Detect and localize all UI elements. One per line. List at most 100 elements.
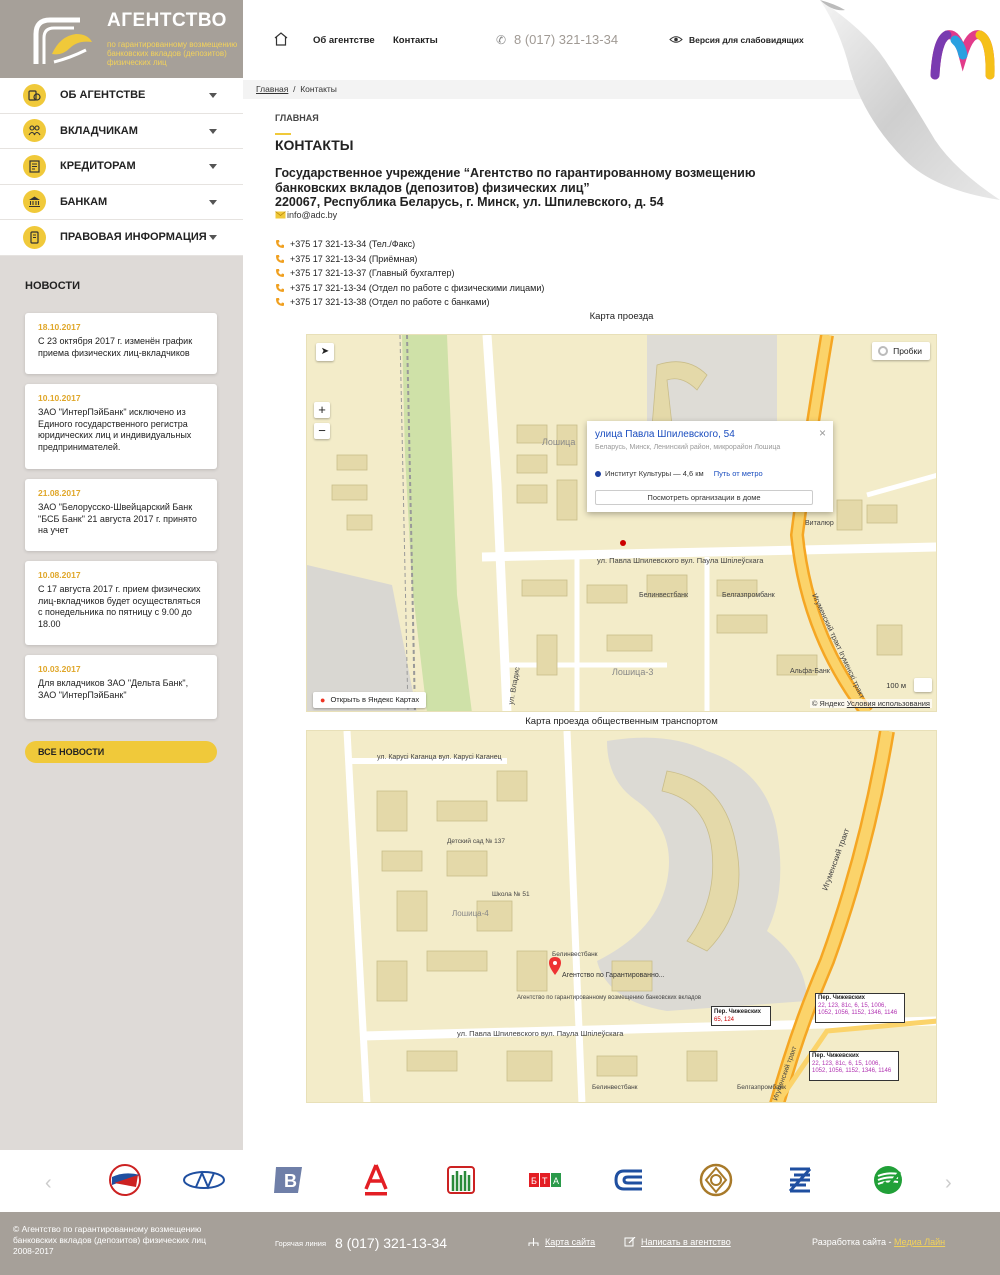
chevron-down-icon (209, 93, 217, 98)
breadcrumb-home[interactable]: Главная (256, 84, 288, 94)
alfa-bank-logo[interactable] (361, 1163, 391, 1197)
news-item[interactable]: 10.10.2017 ЗАО "ИнтерПэйБанк" исключено … (25, 384, 217, 469)
bus-stop-box[interactable]: Пер. Чижевских 22, 123, 81с, 6, 15, 1006… (815, 993, 905, 1023)
map-pin-icon: ● (320, 695, 326, 705)
hotline-phone[interactable]: 8 (017) 321-13-34 (335, 1235, 447, 1251)
brand-subtitle: по гарантированному возмещению банковски… (107, 40, 238, 67)
menu-item-about[interactable]: ОБ АГЕНТСТВЕ (0, 78, 243, 114)
news-item[interactable]: 10.03.2017 Для вкладчиков ЗАО "Дельта Ба… (25, 655, 217, 719)
menu-label: КРЕДИТОРАМ (60, 160, 136, 173)
bus-stop-title: Пер. Чижевских (714, 1009, 761, 1015)
hotline-label: Горячая линия (275, 1239, 327, 1248)
location-marker[interactable] (620, 540, 626, 546)
metro-route-link[interactable]: Путь от метро (714, 469, 763, 478)
ruler-icon[interactable] (914, 678, 932, 692)
terms-link[interactable]: Условия использования (847, 699, 930, 708)
belvnesheconombank-logo[interactable] (182, 1163, 226, 1197)
close-icon[interactable]: × (819, 426, 826, 440)
news-item[interactable]: 10.08.2017 С 17 августа 2017 г. прием фи… (25, 561, 217, 645)
popup-title[interactable]: улица Павла Шпилевского, 54 (595, 429, 735, 440)
news-text: ЗАО "Белорусско-Швейцарский Банк "БСБ Ба… (38, 502, 197, 535)
menu-item-creditors[interactable]: КРЕДИТОРАМ (0, 149, 243, 185)
belarusbank-logo[interactable] (445, 1163, 477, 1197)
header-phone[interactable]: 8 (017) 321-13-34 (514, 32, 618, 47)
partner-banks-carousel: ‹ › B БТА (0, 1150, 1000, 1212)
menu-label: БАНКАМ (60, 195, 108, 208)
phone-item: +375 17 321-13-34 (Отдел по работе с физ… (275, 281, 975, 296)
svg-text:Т: Т (542, 1176, 548, 1186)
menu-item-banks[interactable]: БАНКАМ (0, 185, 243, 220)
news-item[interactable]: 21.08.2017 ЗАО "Белорусско-Швейцарский Б… (25, 479, 217, 551)
phone-number: +375 17 321-13-38 (Отдел по работе с бан… (290, 297, 490, 307)
carousel-prev-icon[interactable]: ‹ (45, 1172, 52, 1195)
zoom-in-button[interactable]: + (314, 402, 330, 418)
carousel-next-icon[interactable]: › (945, 1172, 952, 1195)
bus-stop-box[interactable]: Пер. Чижевских 65, 124 (711, 1006, 771, 1026)
map-canvas[interactable]: ул. Карусі Каганца вул. Карусі Каганец у… (307, 731, 937, 1103)
bus-stop-title: Пер. Чижевских (812, 1053, 859, 1059)
map-caption: Карта проезда (589, 311, 654, 322)
page-curl-advertisement[interactable] (785, 0, 1000, 215)
news-text: Для вкладчиков ЗАО "Дельта Банк", ЗАО "И… (38, 678, 189, 700)
bus-stop-box[interactable]: Пер. Чижевских 22, 123, 81с, 6, 15, 1006… (809, 1051, 899, 1081)
address-popup: улица Павла Шпилевского, 54 × Беларусь, … (587, 421, 833, 512)
title-underline (275, 133, 291, 135)
write-to-agency-link[interactable]: Написать в агентство (624, 1237, 731, 1247)
zoom-out-button[interactable]: − (314, 423, 330, 439)
traffic-button[interactable]: Пробки (872, 342, 930, 360)
map-canvas[interactable]: ул. Павла Шпилевского вул. Паула Шпілеўс… (307, 335, 937, 712)
directions-map[interactable]: ул. Павла Шпилевского вул. Паула Шпілеўс… (306, 334, 937, 712)
map-poi-label: Белинвестбанк (552, 950, 598, 958)
popup-subtitle: Беларусь, Минск, Ленинский район, микрор… (595, 444, 781, 451)
agency-logo-icon (33, 17, 92, 64)
map-caption: Карта проезда общественным транспортом (525, 716, 718, 727)
map-street-label: ул. Павла Шпилевского вул. Паула Шпілеўс… (597, 556, 764, 565)
phone-icon (276, 269, 284, 278)
phone-item: +375 17 321-13-38 (Отдел по работе с бан… (275, 295, 975, 310)
edit-icon (624, 1237, 636, 1247)
traffic-label: Пробки (893, 346, 922, 356)
bps-sberbank-logo[interactable] (870, 1163, 906, 1197)
chevron-down-icon (209, 235, 217, 240)
map-district-label: Лошица-3 (612, 667, 653, 677)
developer-link[interactable]: Медиа Лайн (894, 1237, 945, 1247)
sitemap-link[interactable]: Карта сайта (527, 1237, 595, 1247)
priorbank-logo[interactable] (100, 1163, 150, 1197)
phone-item: +375 17 321-13-37 (Главный бухгалтер) (275, 266, 975, 281)
all-news-button[interactable]: ВСЕ НОВОСТИ (25, 741, 217, 763)
phone-number: +375 17 321-13-34 (Тел./Факс) (290, 239, 416, 249)
bta-logo[interactable]: БТА (527, 1163, 563, 1197)
developer-credit: Разработка сайта - Медиа Лайн (812, 1237, 945, 1247)
map-poi-label: Альфа-Банк (790, 668, 831, 675)
transport-map[interactable]: ул. Карусі Каганца вул. Карусі Каганец у… (306, 730, 937, 1103)
view-organizations-button[interactable]: Посмотреть организации в доме (595, 490, 813, 505)
zepter-logo[interactable] (786, 1163, 814, 1197)
menu-label: ОБ АГЕНТСТВЕ (60, 89, 146, 102)
menu-item-depositors[interactable]: ВКЛАДЧИКАМ (0, 114, 243, 149)
sitemap-label: Карта сайта (545, 1237, 596, 1247)
sidebar: АГЕНТСТВО по гарантированному возмещению… (0, 0, 243, 1150)
home-icon[interactable] (273, 31, 289, 47)
map-poi-label: Белинвестбанк (592, 1083, 638, 1091)
news-date: 10.10.2017 (38, 393, 81, 403)
phone-item: +375 17 321-13-34 (Приёмная) (275, 252, 975, 267)
geolocation-icon[interactable]: ➤ (316, 343, 334, 361)
belagroprombank-logo[interactable] (698, 1163, 734, 1197)
menu-item-legal[interactable]: ПРАВОВАЯ ИНФОРМАЦИЯ (0, 220, 243, 256)
logo[interactable]: АГЕНТСТВО по гарантированному возмещению… (0, 0, 243, 78)
bus-stop-routes: 65, 124 (714, 1017, 735, 1023)
nav-about[interactable]: Об агентстве (313, 35, 375, 46)
open-in-yandex-button[interactable]: ● Открыть в Яндекс Картах (313, 692, 427, 708)
map-poi-label: Виталюр (805, 520, 834, 527)
svg-text:А: А (553, 1176, 559, 1186)
document-icon (23, 154, 46, 178)
bps-logo[interactable]: B (272, 1163, 306, 1197)
news-item[interactable]: 18.10.2017 С 23 октября 2017 г. изменён … (25, 313, 217, 374)
nav-contacts[interactable]: Контакты (393, 35, 438, 46)
map-poi-label: Белинвестбанк (639, 591, 689, 599)
email-link[interactable]: info@adc.by (287, 210, 337, 220)
chevron-down-icon (209, 199, 217, 205)
belinvestbank-logo[interactable] (612, 1163, 648, 1197)
bus-stop-routes: 22, 123, 81с, 6, 15, 1006, 1052, 1056, 1… (812, 1060, 892, 1075)
breadcrumb: Главная / Контакты (256, 84, 337, 94)
